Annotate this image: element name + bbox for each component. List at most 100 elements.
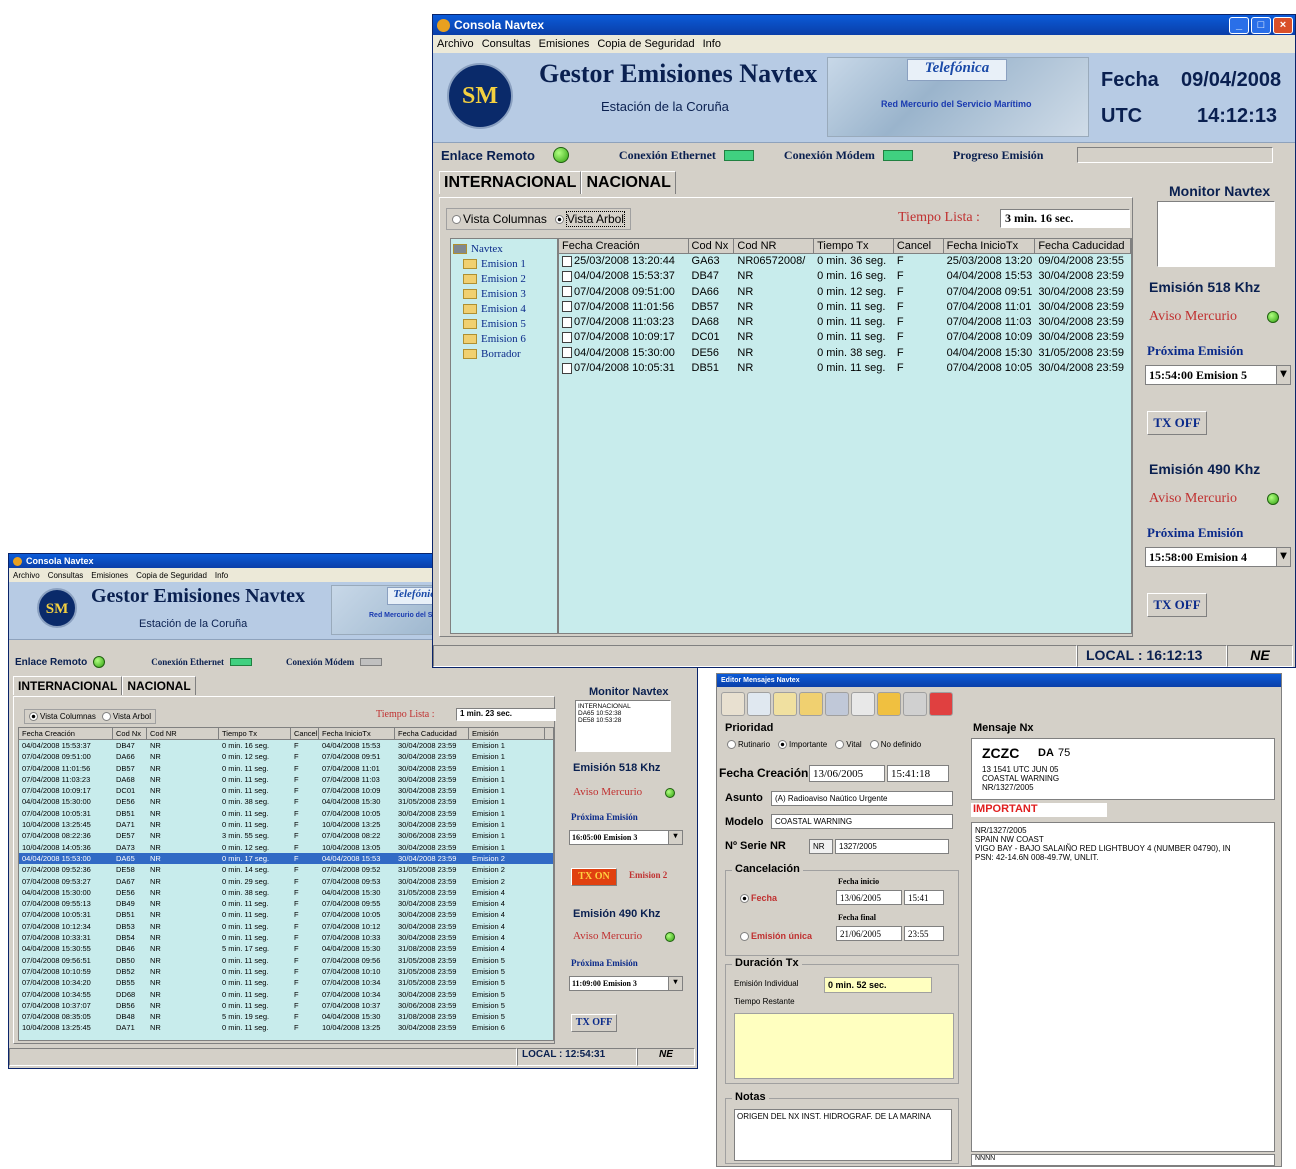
table-row[interactable]: 07/04/2008 10:09:17 DC01 NR 0 min. 11 seg. F… [19,785,553,796]
menu-item[interactable]: Archivo [437,38,474,50]
fecha-final-date[interactable]: 21/06/2005 [836,926,902,941]
menu-item[interactable]: Consultas [48,571,84,580]
column-header[interactable]: Fecha InicioTx [944,239,1036,253]
column-header[interactable]: Cod Nx [113,728,147,739]
tab-internacional[interactable]: INTERNACIONAL [13,676,123,695]
table-row[interactable]: 25/03/2008 13:20:44 GA63 NR06572008/0 min.… [559,254,1131,269]
menu-item[interactable]: Copia de Seguridad [597,38,694,50]
radio-prioridad[interactable]: Rutinario [727,740,770,750]
save-icon[interactable] [825,692,849,716]
paste-icon[interactable] [773,692,797,716]
column-header[interactable]: Fecha Caducidad [395,728,469,739]
maximize-button[interactable]: □ [1251,16,1271,34]
table-row[interactable]: 07/04/2008 10:10:59 DB52 NR 0 min. 11 seg. F… [19,966,553,977]
table-row[interactable]: 04/04/2008 15:53:37 DB47 NR 0 min. 16 seg. F… [19,740,553,751]
fecha-inicio-date[interactable]: 13/06/2005 [836,890,902,905]
table-row[interactable]: 07/04/2008 09:56:51 DB50 NR 0 min. 11 seg. F… [19,955,553,966]
column-header[interactable]: Fecha Creación [19,728,113,739]
column-header[interactable]: Tiempo Tx [219,728,291,739]
menu-item[interactable]: Info [215,571,228,580]
open-folder-icon[interactable] [799,692,823,716]
asunto-select[interactable]: (A) Radioaviso Naútico Urgente [771,791,953,806]
fecha-inicio-time[interactable]: 15:41 [904,890,944,905]
radio-fecha[interactable]: Fecha [740,893,777,904]
table-row[interactable]: 07/04/2008 11:01:56 DB57 NR 0 min. 11 seg. F… [559,300,1131,315]
satellite-icon[interactable] [721,692,745,716]
table-row[interactable]: 07/04/2008 10:09:17 DC01 NR 0 min. 11 seg. F… [559,330,1131,345]
table-row[interactable]: 04/04/2008 15:30:00 DE56 NR 0 min. 38 seg. F… [19,887,553,898]
table-row[interactable]: 04/04/2008 15:30:00 DE56 NR 0 min. 38 seg. F… [559,346,1131,361]
small-tx-off-button[interactable]: TX OFF [571,1014,617,1032]
tab-internacional[interactable]: INTERNACIONAL [439,171,582,194]
table-row[interactable]: 07/04/2008 11:01:56 DB57 NR 0 min. 11 seg. F… [19,763,553,774]
editor-titlebar[interactable]: Editor Mensajes Navtex [717,674,1281,687]
column-header[interactable]: Cancel [291,728,319,739]
fecha-creacion-date[interactable]: 13/06/2005 [809,765,885,782]
lightning-icon[interactable] [877,692,901,716]
table-row[interactable]: 07/04/2008 10:33:31 DB54 NR 0 min. 11 seg. F… [19,932,553,943]
radio-emision-unica[interactable]: Emisión única [740,931,812,942]
table-row[interactable]: 07/04/2008 10:12:34 DB53 NR 0 min. 11 seg. F… [19,921,553,932]
table-row[interactable]: 07/04/2008 08:35:05 DB48 NR 5 min. 19 seg. F… [19,1011,553,1022]
tab-nacional[interactable]: NACIONAL [581,171,676,194]
table-row[interactable]: 07/04/2008 09:53:27 DA67 NR 0 min. 29 seg. F… [19,876,553,887]
menu-item[interactable]: Copia de Seguridad [136,571,207,580]
exit-icon[interactable] [929,692,953,716]
main-titlebar[interactable]: Consola Navtex _ □ × [433,15,1295,35]
small-proxima1-select[interactable]: 16:05:00 Emision 3 ▾ [569,830,683,845]
radio-prioridad[interactable]: Vital [835,740,862,750]
table-row[interactable]: 07/04/2008 09:52:36 DE58 NR 0 min. 14 seg. F… [19,864,553,875]
table-row[interactable]: 07/04/2008 10:34:20 DB55 NR 0 min. 11 seg. F… [19,977,553,988]
tree-item[interactable]: Navtex [451,241,557,256]
table-row[interactable]: 07/04/2008 10:34:55 DD68 NR 0 min. 11 seg. F… [19,989,553,1000]
radio-prioridad[interactable]: Importante [778,740,827,750]
column-header[interactable]: Cod NR [734,239,815,253]
close-button[interactable]: × [1273,16,1293,34]
table-row[interactable]: 07/04/2008 09:55:13 DB49 NR 0 min. 11 seg. F… [19,898,553,909]
column-header[interactable]: Tiempo Tx [814,239,894,253]
table-row[interactable]: 04/04/2008 15:30:00 DE56 NR 0 min. 38 seg. F… [19,796,553,807]
main-proxima2-select[interactable]: 15:58:00 Emision 4 ▾ [1145,547,1291,567]
table-row[interactable]: 07/04/2008 09:51:00 DA66 NR 0 min. 12 seg. F… [559,285,1131,300]
tree-item[interactable]: Emision 2 [451,271,557,286]
tx-off-button-490[interactable]: TX OFF [1147,593,1207,617]
column-header[interactable]: Cod Nx [689,239,735,253]
radio-vista-arbol[interactable]: Vista Arbol [554,211,625,227]
table-row[interactable]: 04/04/2008 15:53:37 DB47 NR 0 min. 16 seg. F… [559,269,1131,284]
column-header[interactable]: Fecha Creación [559,239,689,253]
table-row[interactable]: 07/04/2008 08:22:36 DE57 NR 3 min. 55 seg. F… [19,830,553,841]
menu-item[interactable]: Archivo [13,571,40,580]
fecha-final-time[interactable]: 23:55 [904,926,944,941]
tx-off-button-518[interactable]: TX OFF [1147,411,1207,435]
table-row[interactable]: 07/04/2008 10:05:31 DB51 NR 0 min. 11 seg. F… [559,361,1131,376]
radio-vista-columnas[interactable]: Vista Columnas [452,212,547,226]
column-header[interactable]: Cod NR [147,728,219,739]
mensaje-body-textarea[interactable]: NR/1327/2005 SPAIN NW COAST VIGO BAY - BAJ… [971,822,1275,1152]
clock-icon[interactable] [851,692,875,716]
column-header[interactable]: Fecha InicioTx [319,728,395,739]
table-row[interactable]: 07/04/2008 11:03:23 DA68 NR 0 min. 11 seg. F… [559,315,1131,330]
nnnn-field[interactable]: NNNN [971,1154,1275,1166]
tab-nacional[interactable]: NACIONAL [122,676,196,695]
column-header[interactable]: Fecha Caducidad [1035,239,1131,253]
tree-item[interactable]: Emision 3 [451,286,557,301]
table-row[interactable]: 10/04/2008 13:25:45 DA71 NR 0 min. 11 seg. F… [19,819,553,830]
tree-item[interactable]: Emision 4 [451,301,557,316]
table-row[interactable]: 07/04/2008 11:03:23 DA68 NR 0 min. 11 seg. F… [19,774,553,785]
column-header[interactable]: Emisión [469,728,545,739]
table-row[interactable]: 07/04/2008 10:37:07 DB56 NR 0 min. 11 seg. F… [19,1000,553,1011]
table-row[interactable]: 07/04/2008 09:51:00 DA66 NR 0 min. 12 seg. F… [19,751,553,762]
small-proxima2-select[interactable]: 11:09:00 Emision 3 ▾ [569,976,683,991]
radio-prioridad[interactable]: No definido [869,740,921,750]
table-row[interactable]: 04/04/2008 15:53:00 DA65 NR 0 min. 17 seg. F… [19,852,553,865]
nr-value-field[interactable]: 1327/2005 [835,839,949,854]
menu-item[interactable]: Consultas [482,38,531,50]
table-row[interactable]: 10/04/2008 14:05:36 DA73 NR 0 min. 12 seg. F… [19,842,553,853]
main-proxima1-select[interactable]: 15:54:00 Emision 5 ▾ [1145,365,1291,385]
fecha-creacion-time[interactable]: 15:41:18 [887,765,949,782]
tree-item[interactable]: Emision 5 [451,316,557,331]
radio-vista-arbol[interactable]: Vista Arbol [101,712,151,722]
menu-item[interactable]: Emisiones [539,38,590,50]
menu-item[interactable]: Emisiones [91,571,128,580]
tree-item[interactable]: Borrador [451,346,557,361]
